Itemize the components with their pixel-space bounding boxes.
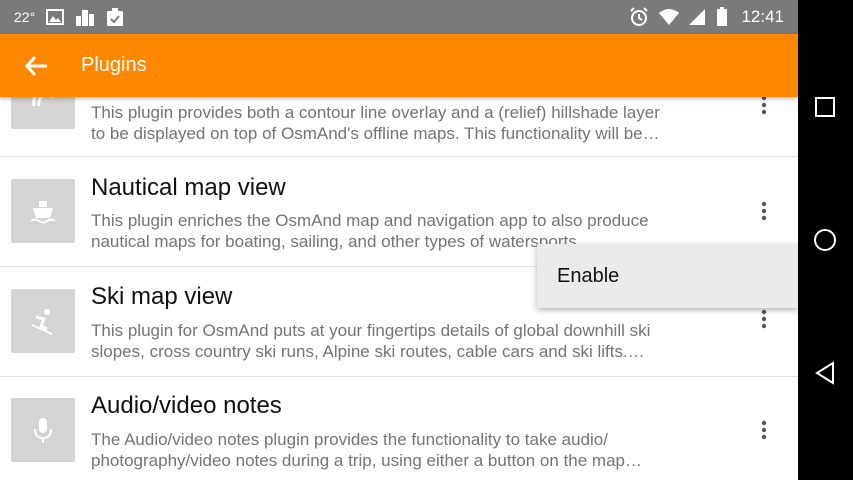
plugin-description: This plugin provides both a contour line… [91,103,660,143]
overflow-menu-icon[interactable] [752,199,776,223]
signal-icon [687,7,707,27]
plugin-description: This plugin for OsmAnd puts at your fing… [91,321,651,361]
alarm-icon [629,7,649,27]
clipboard-check-icon [105,7,125,27]
enable-menu-item[interactable]: Enable [557,265,619,288]
recents-square-icon[interactable] [810,92,840,122]
plugin-description: The Audio/video notes plugin provides th… [91,430,642,470]
app-screen: 22° 12:41 Plugins This plugin provides b… [0,0,798,480]
plugin-title: Nautical map view [91,174,286,201]
battery-icon [716,7,728,27]
system-nav-bar [798,0,853,480]
ship-icon [11,179,75,243]
contour-icon [11,97,75,129]
page-title: Plugins [81,54,147,76]
status-bar: 22° 12:41 [0,0,798,34]
overflow-menu-icon[interactable] [752,418,776,442]
skier-icon [11,289,75,353]
plugin-row-audio-video-notes[interactable]: Audio/video notes The Audio/video notes … [0,377,798,480]
home-circle-icon[interactable] [810,225,840,255]
plugin-row-contour-lines[interactable]: This plugin provides both a contour line… [0,97,798,157]
clock-label: 12:41 [741,7,784,26]
plugin-title: Ski map view [91,283,233,310]
plugin-title: Audio/video notes [91,392,282,419]
temperature-label: 22° [14,9,36,25]
back-triangle-icon[interactable] [810,358,840,388]
image-icon [45,7,65,27]
overflow-menu-icon[interactable] [752,307,776,331]
overflow-menu-icon[interactable] [752,97,776,117]
arrow-back-icon[interactable] [20,50,52,82]
city-icon [75,7,95,27]
microphone-icon [11,398,75,462]
wifi-icon [658,7,680,27]
app-toolbar: Plugins [0,34,798,97]
popup-menu-enable[interactable]: Enable [537,244,798,308]
